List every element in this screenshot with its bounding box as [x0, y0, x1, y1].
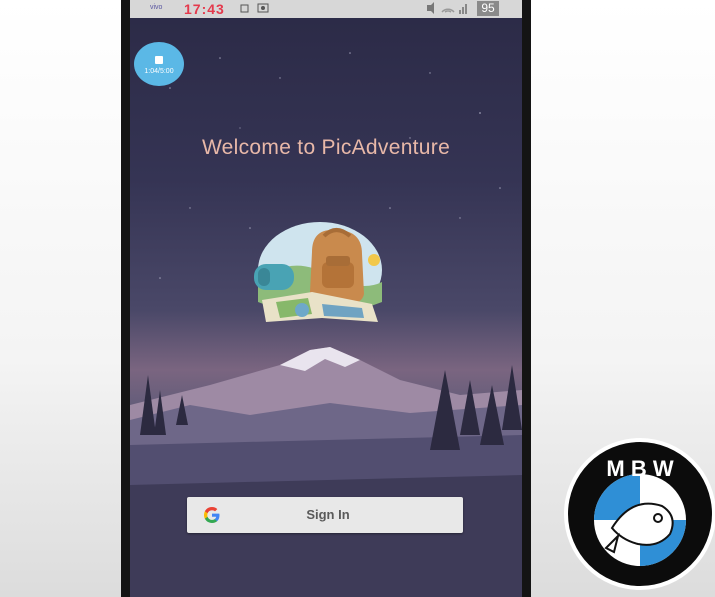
welcome-title: Welcome to PicAdventure: [201, 136, 451, 159]
google-sign-in-button[interactable]: Sign In: [187, 497, 463, 533]
status-bar: vivo 17:43 95: [130, 0, 522, 18]
stop-icon: [155, 56, 163, 64]
screen-recorder-button[interactable]: 1:04/5:00: [134, 42, 184, 86]
mbw-logo-text: M B W: [606, 456, 673, 481]
app-screen: vivo 17:43 95 1:04/5:00 Welcome to PicAd…: [130, 0, 522, 597]
signal-wifi-icons: [425, 2, 471, 17]
recorder-timer: 1:04/5:00: [144, 68, 174, 75]
mbw-watermark-logo: M B W: [564, 438, 715, 590]
notification-icons: [240, 2, 276, 17]
app-logo-backpack-icon: [254, 222, 382, 322]
carrier-label: vivo: [150, 4, 163, 11]
sign-in-label: Sign In: [306, 507, 350, 522]
mountain-landscape: [130, 347, 522, 597]
status-time: 17:43: [184, 1, 225, 17]
notification-icons-svg: [240, 3, 269, 13]
signal-icon: [427, 2, 467, 14]
battery-level: 95: [477, 1, 499, 16]
